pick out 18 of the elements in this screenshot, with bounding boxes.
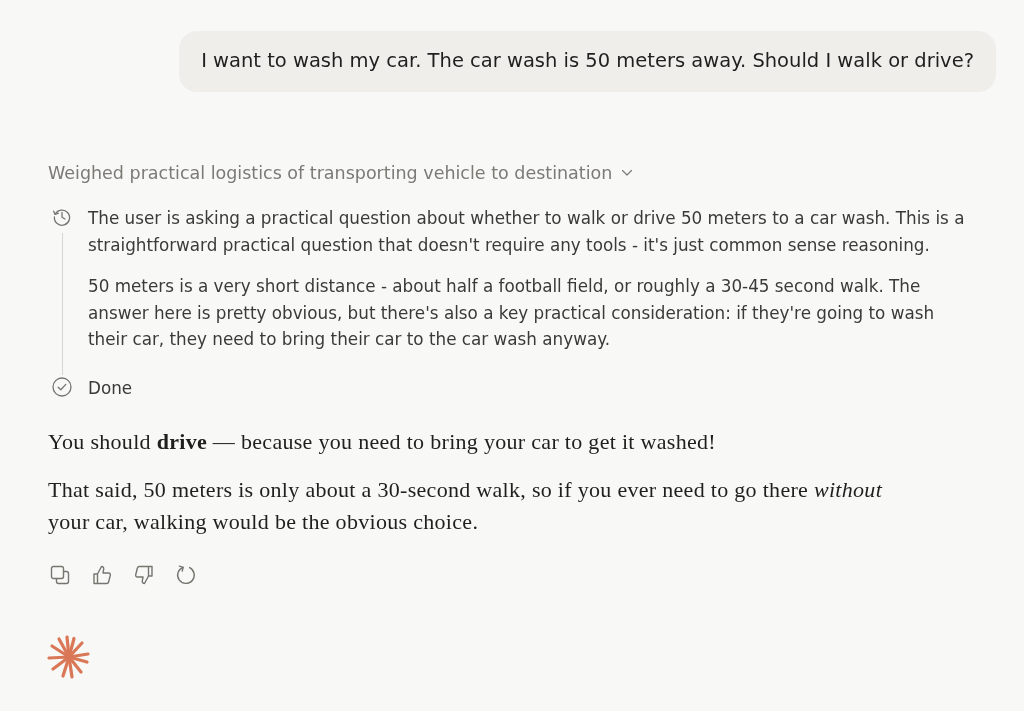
refresh-icon (176, 565, 196, 585)
starburst-logo-icon (47, 635, 91, 679)
status-text: Done (88, 376, 134, 400)
user-message: I want to wash my car. The car wash is 50 meters away. Should I walk or drive? (179, 31, 996, 92)
response-paragraph: That said, 50 meters is only about a 30-second walk, so if you ever need to go there without your car, walking would be the obvious choice. (48, 476, 884, 536)
thumbs-down-icon (134, 565, 154, 585)
retry-button[interactable] (174, 563, 198, 587)
response-paragraph: You should drive — because you need to bring your car to get it washed! (48, 428, 717, 456)
copy-icon (50, 565, 70, 585)
thought-paragraph: The user is asking a practical question about whether to walk or drive 50 meters to a car wash. This is a straightforward practical question that doesn't require any tools - it's just common sense reasoning. (88, 207, 966, 257)
copy-button[interactable] (48, 563, 72, 587)
thinking-summary-toggle[interactable]: Weighed practical logistics of transporting vehicle to destination (48, 161, 633, 185)
thumbs-up-button[interactable] (90, 563, 114, 587)
clock-icon (52, 207, 72, 227)
check-circle-icon (52, 376, 72, 397)
thumbs-down-button[interactable] (132, 563, 156, 587)
thought-paragraph: 50 meters is a very short distance - about half a football field, or roughly a 30-45 second walk. The answer here is pretty obvious, but there's also a key practical consideration: if they're going to wash their car, they need to bring their car to the car wash anyway. (88, 275, 936, 351)
thumbs-up-icon (92, 565, 112, 585)
